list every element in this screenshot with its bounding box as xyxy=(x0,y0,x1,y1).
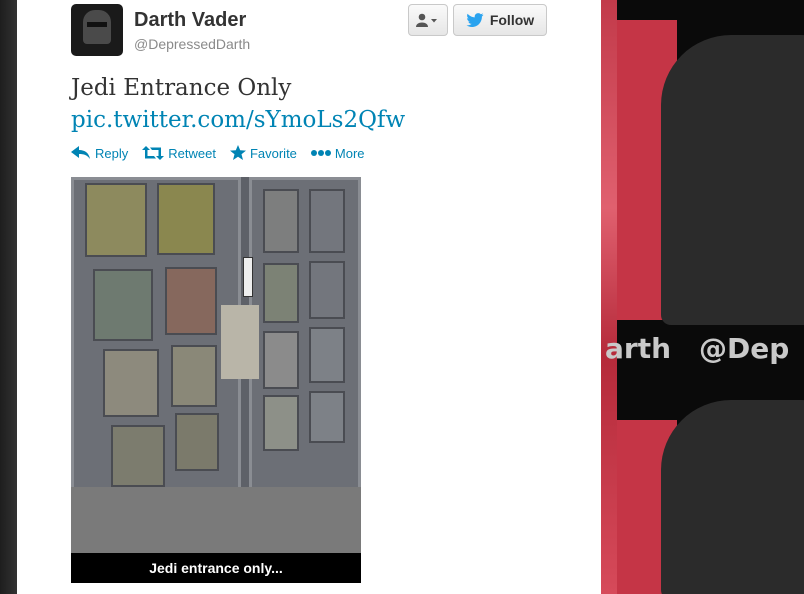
photo-glass-pane xyxy=(309,189,345,253)
avatar[interactable] xyxy=(71,4,123,56)
avatar-helmet xyxy=(83,10,111,44)
avatar-eyes xyxy=(87,22,107,27)
background-text: @Dep xyxy=(699,332,790,365)
photo-glass-pane xyxy=(175,413,219,471)
tweet-actions: Reply Retweet Favorite More xyxy=(71,145,365,161)
tweet-text: Jedi Entrance Only pic.twitter.com/sYmoL… xyxy=(71,72,405,136)
photo-push-plate xyxy=(221,305,259,379)
tweet-media-link[interactable]: pic.twitter.com/sYmoLs2Qfw xyxy=(71,104,405,136)
tweet-photo[interactable]: Jedi entrance only... xyxy=(71,177,361,583)
background-text: arth xyxy=(605,332,672,365)
reply-label: Reply xyxy=(95,145,129,161)
more-dots-icon xyxy=(310,150,331,156)
author-name[interactable]: Darth Vader xyxy=(134,9,246,32)
page-background-left xyxy=(0,0,17,594)
photo-glass-pane xyxy=(157,183,215,255)
photo-glass-pane xyxy=(263,189,299,253)
favorite-action[interactable]: Favorite xyxy=(229,145,297,161)
more-action[interactable]: More xyxy=(310,145,365,161)
photo-glass-pane xyxy=(263,331,299,389)
twitter-bird-icon xyxy=(466,13,484,27)
background-helmet-art xyxy=(661,400,804,594)
photo-glass-pane xyxy=(103,349,159,417)
favorite-label: Favorite xyxy=(249,145,297,161)
photo-glass-pane xyxy=(111,425,165,487)
retweet-icon xyxy=(142,146,165,160)
photo-glass-pane xyxy=(263,263,299,323)
author-handle[interactable]: @DepressedDarth xyxy=(134,36,250,52)
photo-glass-pane xyxy=(93,269,153,341)
person-dropdown-icon xyxy=(416,13,437,27)
star-icon xyxy=(229,145,246,160)
photo-pull-sign xyxy=(243,257,253,297)
page-background-right: arth @Dep xyxy=(601,0,804,594)
photo-glass-pane xyxy=(171,345,217,407)
follow-button-label: Follow xyxy=(489,12,535,28)
tweet-card: Darth Vader @DepressedDarth Follow Jedi … xyxy=(17,0,601,594)
photo-glass-pane xyxy=(263,395,299,451)
more-label: More xyxy=(334,145,365,161)
reply-action[interactable]: Reply xyxy=(71,145,128,161)
retweet-action[interactable]: Retweet xyxy=(142,145,216,161)
photo-glass-pane xyxy=(165,267,217,335)
photo-floor xyxy=(71,487,361,553)
user-actions-button[interactable] xyxy=(408,4,448,36)
retweet-label: Retweet xyxy=(168,145,216,161)
photo-glass-pane xyxy=(85,183,147,257)
photo-glass-pane xyxy=(309,391,345,443)
follow-button[interactable]: Follow xyxy=(453,4,547,36)
background-helmet-art xyxy=(661,35,804,325)
tweet-body: Jedi Entrance Only xyxy=(71,75,292,101)
reply-arrow-icon xyxy=(71,146,90,159)
background-stripe xyxy=(601,0,617,594)
photo-caption: Jedi entrance only... xyxy=(71,553,361,583)
photo-glass-pane xyxy=(309,261,345,319)
photo-glass-pane xyxy=(309,327,345,383)
